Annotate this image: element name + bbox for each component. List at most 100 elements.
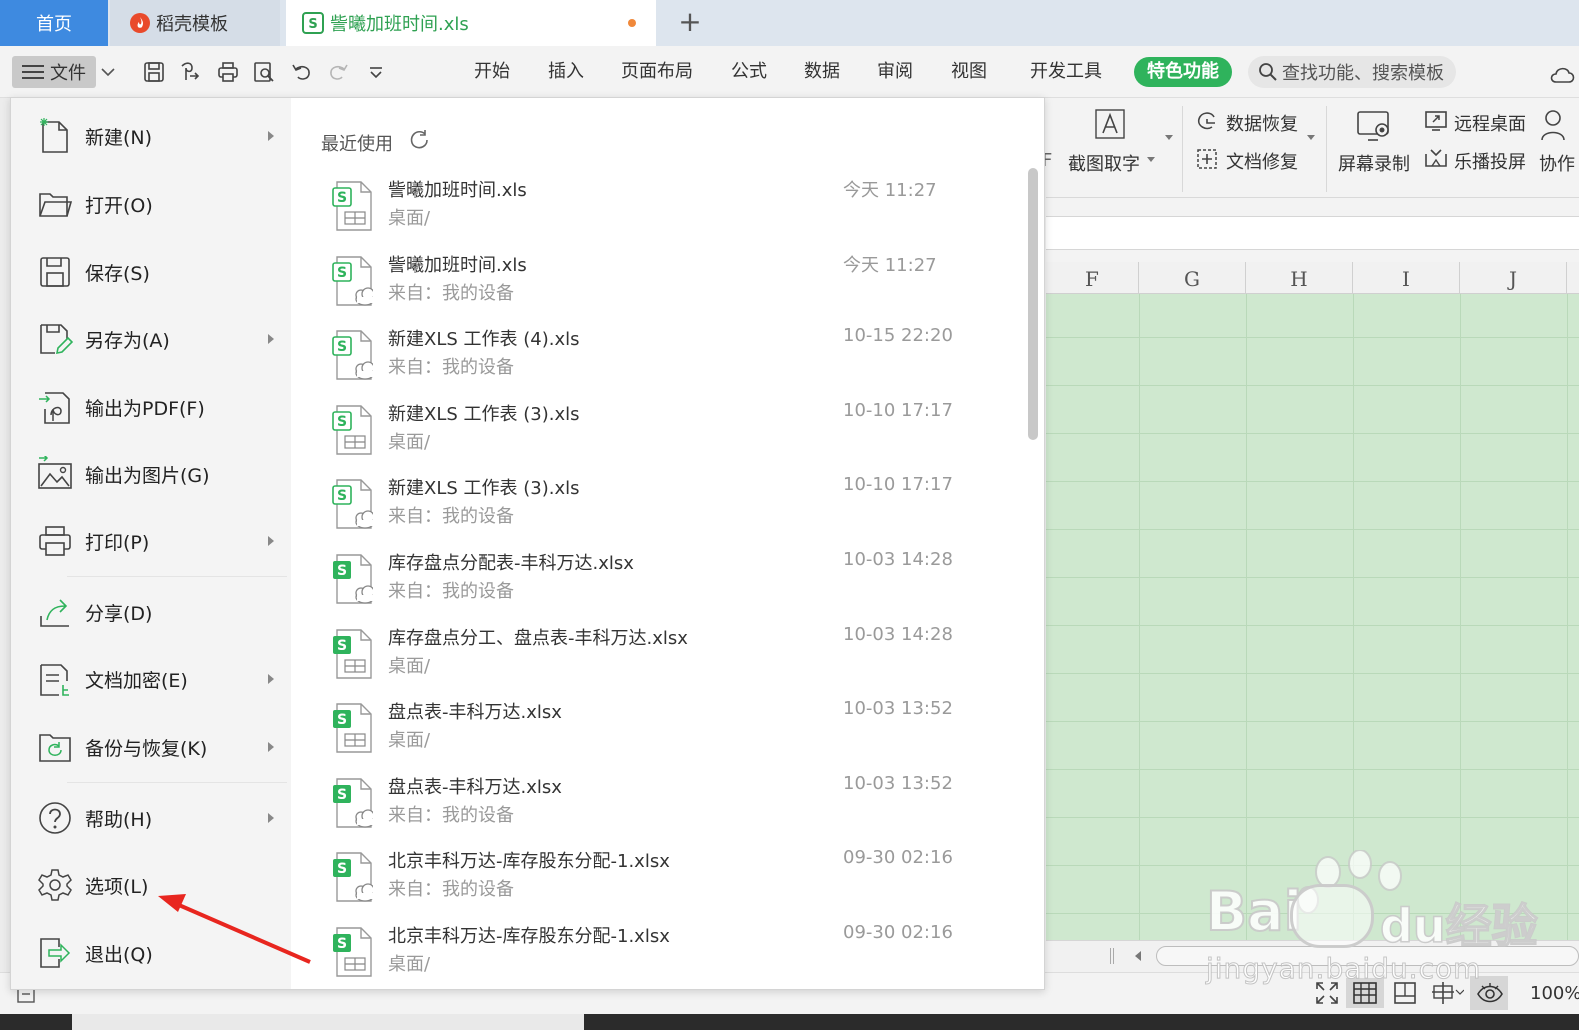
file-menu-item-backup[interactable]: 备份与恢复(K) [11, 717, 291, 777]
save-icon[interactable] [142, 60, 166, 84]
spreadsheet-file-icon: S [333, 778, 373, 828]
menu-insert[interactable]: 插入 [548, 58, 584, 86]
undo-icon[interactable] [290, 60, 314, 84]
menu-page-layout[interactable]: 页面布局 [621, 58, 693, 86]
dropdown-icon[interactable] [1146, 156, 1156, 164]
svg-text:S: S [308, 17, 317, 32]
recent-file-item[interactable]: S 盘点表-丰科万达.xlsx 桌面/10-03 13:52 [311, 696, 1011, 770]
chevron-right-icon [268, 813, 274, 823]
screen-cast-label[interactable]: 乐播投屏 [1454, 148, 1526, 174]
print-preview-icon[interactable] [252, 60, 276, 84]
file-menu-item-encrypt[interactable]: 文档加密(E) [11, 649, 291, 709]
column-header[interactable]: H [1246, 262, 1353, 294]
column-header[interactable]: F [1046, 262, 1139, 294]
new-tab-button[interactable]: + [676, 8, 704, 36]
recent-file-item[interactable]: S 北京丰科万达-库存股东分配-1.xlsx 桌面/09-30 02:16 [311, 920, 1011, 994]
remote-desktop-label[interactable]: 远程桌面 [1454, 110, 1526, 136]
chevron-right-icon [268, 742, 274, 752]
recent-file-name: 库存盘点分工、盘点表-丰科万达.xlsx [388, 627, 688, 649]
recent-file-time: 10-03 14:28 [843, 623, 953, 645]
help-icon [39, 802, 71, 834]
data-recovery-icon[interactable] [1196, 110, 1218, 132]
dropdown-icon[interactable] [1306, 134, 1316, 142]
tab-document[interactable]: S 訾曦加班时间.xls [286, 0, 656, 46]
screenshot-ocr-label[interactable]: 截图取字 [1068, 150, 1140, 176]
redo-icon[interactable] [326, 60, 350, 84]
export-pdf-icon[interactable] [178, 60, 202, 84]
recent-file-item[interactable]: S 北京丰科万达-库存股东分配-1.xlsx 来自：我的设备 09-30 02:16 [311, 845, 1011, 919]
special-features-button[interactable]: 特色功能 [1134, 57, 1232, 87]
recent-file-time: 10-10 17:17 [843, 399, 953, 421]
menu-divider [67, 576, 287, 577]
taskbar-window[interactable] [72, 1014, 584, 1030]
file-menu-item-print[interactable]: 打印(P) [11, 511, 291, 571]
file-menu-item-help[interactable]: 帮助(H) [11, 788, 291, 848]
spreadsheet-file-icon: S [333, 852, 373, 903]
customize-toolbar-icon[interactable] [364, 60, 388, 84]
chevron-right-icon [268, 536, 274, 546]
recent-file-item[interactable]: S 訾曦加班时间.xls 来自：我的设备 今天 11:27 [311, 249, 1011, 323]
recent-file-name: 新建XLS 工作表 (3).xls [388, 403, 580, 425]
recent-file-name: 新建XLS 工作表 (3).xls [388, 478, 580, 500]
menu-view[interactable]: 视图 [951, 58, 987, 86]
menu-review[interactable]: 审阅 [877, 58, 913, 86]
svg-text:S: S [337, 339, 347, 355]
spreadsheet-doc-icon: S [302, 12, 324, 34]
scroll-left-icon[interactable] [1132, 949, 1144, 963]
cloud-sync-icon[interactable] [1548, 62, 1578, 84]
menu-home[interactable]: 开始 [474, 58, 510, 86]
print-icon[interactable] [216, 60, 240, 84]
file-menu-item-export-pdf[interactable]: 输出为PDF(F) [11, 377, 291, 437]
file-menu-item-save-as[interactable]: 另存为(A) [11, 309, 291, 369]
chevron-down-icon[interactable] [100, 64, 116, 80]
recent-file-item[interactable]: S 新建XLS 工作表 (4).xls 来自：我的设备 10-15 22:20 [311, 323, 1011, 397]
recent-file-item[interactable]: S 新建XLS 工作表 (3).xls 来自：我的设备 10-10 17:17 [311, 472, 1011, 546]
recent-file-path: 来自：我的设备 [388, 282, 514, 304]
collaboration-label[interactable]: 协作 [1539, 150, 1575, 176]
recent-file-path: 来自：我的设备 [388, 879, 514, 901]
recent-files-title: 最近使用 [321, 134, 393, 155]
doc-repair-icon[interactable] [1196, 148, 1218, 170]
file-menu-item-share[interactable]: 分享(D) [11, 582, 291, 642]
zoom-level[interactable]: 100% [1530, 983, 1579, 1004]
recent-file-time: 10-10 17:17 [843, 474, 953, 496]
recent-list-scrollbar[interactable] [1028, 168, 1038, 440]
menu-formula[interactable]: 公式 [731, 58, 767, 86]
file-menu-item-open[interactable]: 打开(O) [11, 174, 291, 234]
tab-home[interactable]: 首页 [0, 0, 108, 46]
recent-file-name: 北京丰科万达-库存股东分配-1.xlsx [388, 851, 670, 873]
collaboration-icon[interactable] [1540, 108, 1570, 142]
screen-record-label[interactable]: 屏幕录制 [1338, 150, 1410, 176]
file-menu-item-new[interactable]: 新建(N) [11, 106, 291, 166]
screenshot-ocr-icon[interactable] [1094, 108, 1126, 140]
data-recovery-label[interactable]: 数据恢复 [1226, 110, 1298, 136]
screen-record-icon[interactable] [1356, 110, 1392, 142]
recent-file-item[interactable]: S 新建XLS 工作表 (3).xls 桌面/10-10 17:17 [311, 398, 1011, 472]
search-box[interactable]: 查找功能、搜索模板 [1248, 56, 1456, 88]
menu-data[interactable]: 数据 [804, 58, 840, 86]
refresh-icon[interactable] [407, 128, 431, 152]
recent-file-item[interactable]: S 库存盘点分配表-丰科万达.xlsx 来自：我的设备 10-03 14:28 [311, 547, 1011, 621]
remote-desktop-icon[interactable] [1424, 110, 1448, 132]
file-menu-label: 打印(P) [85, 531, 150, 554]
sheet-tab-splitter[interactable] [1110, 948, 1114, 964]
recent-file-item[interactable]: S 盘点表-丰科万达.xlsx 来自：我的设备 10-03 13:52 [311, 771, 1011, 845]
doc-repair-label[interactable]: 文档修复 [1226, 148, 1298, 174]
recent-file-item[interactable]: S 訾曦加班时间.xls 桌面/今天 11:27 [311, 174, 1011, 248]
tab-template[interactable]: 稻壳模板 [110, 0, 280, 46]
cell-grid[interactable] [1046, 294, 1579, 940]
file-menu-item-export-image[interactable]: 输出为图片(G) [11, 444, 291, 504]
file-menu-item-save[interactable]: 保存(S) [11, 242, 291, 302]
encrypt-doc-icon [40, 664, 69, 696]
screen-cast-icon[interactable] [1424, 148, 1448, 170]
hamburger-icon [22, 65, 44, 79]
formula-bar[interactable] [1046, 216, 1579, 250]
column-header[interactable]: G [1139, 262, 1246, 294]
menu-developer[interactable]: 开发工具 [1030, 58, 1102, 86]
column-header[interactable]: J [1460, 262, 1567, 294]
recent-file-item[interactable]: S 库存盘点分工、盘点表-丰科万达.xlsx 桌面/10-03 14:28 [311, 622, 1011, 696]
column-header[interactable]: I [1353, 262, 1460, 294]
search-icon [1259, 63, 1277, 81]
dropdown-icon[interactable] [1164, 134, 1174, 142]
file-menu-button[interactable]: 文件 [12, 56, 96, 88]
